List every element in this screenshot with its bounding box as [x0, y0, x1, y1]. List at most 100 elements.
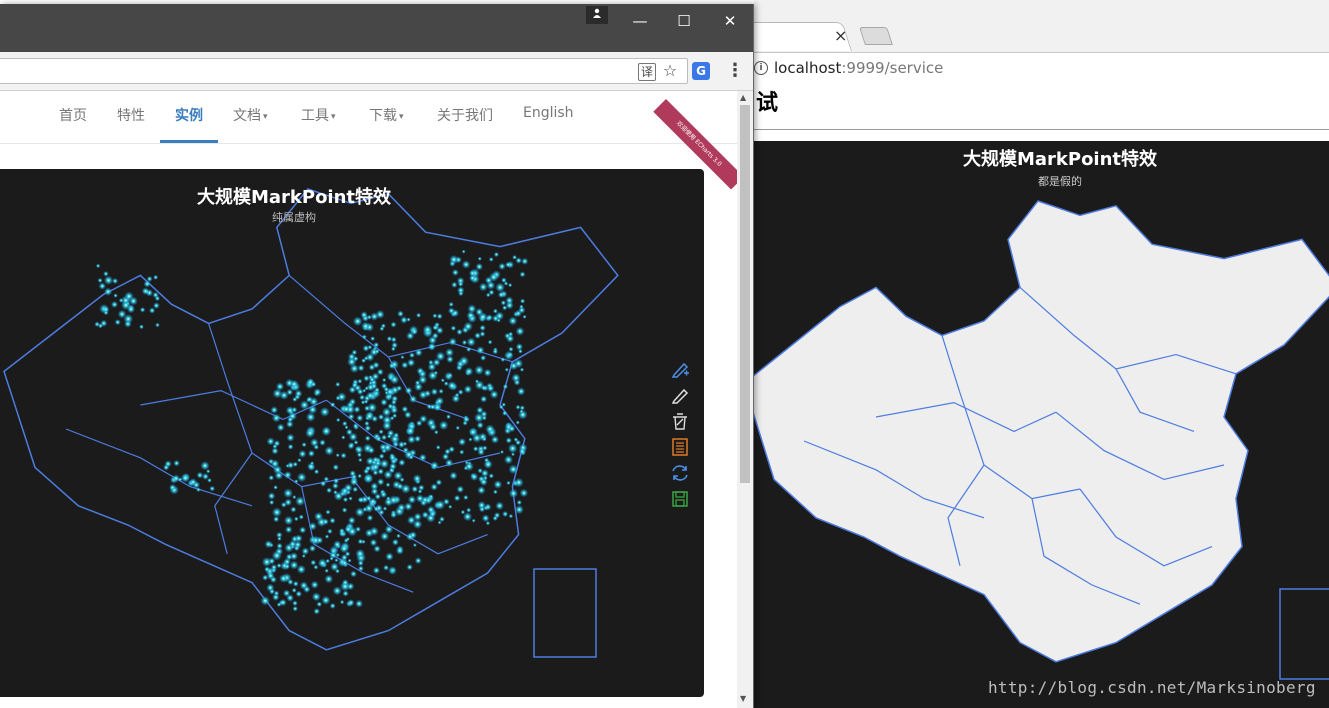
markpoint [516, 387, 526, 396]
markpoint [298, 514, 304, 520]
markpoint [487, 339, 493, 345]
markpoint [373, 545, 381, 553]
china-map-markpoints [3, 188, 619, 658]
nav-download-label: 下载 [369, 108, 397, 124]
markpoint [508, 424, 516, 433]
map-chart[interactable]: 大规模MarkPoint特效 都是假的 [754, 141, 1329, 708]
markpoint [333, 540, 342, 549]
scroll-thumb[interactable] [740, 105, 750, 483]
url-text[interactable]: localhost:9999/service [774, 59, 943, 77]
markpoint [418, 484, 425, 492]
markpoint [347, 558, 352, 563]
markpoint [356, 414, 364, 422]
markpoint [273, 485, 278, 490]
markpoint [385, 482, 391, 488]
title-bar: — ☐ ✕ [0, 4, 753, 52]
markpoint [366, 314, 372, 320]
maximize-button[interactable]: ☐ [666, 10, 702, 32]
person-icon[interactable] [586, 6, 608, 24]
markpoint [336, 417, 341, 423]
restore-icon[interactable] [670, 463, 690, 483]
province-border [65, 428, 253, 507]
markpoint [327, 528, 333, 535]
data-view-icon[interactable] [670, 437, 690, 457]
markpoint [386, 336, 393, 342]
nav-docs[interactable]: 文档 ▾ [233, 105, 268, 125]
close-tab-icon[interactable]: × [834, 26, 847, 45]
markpoint [398, 459, 406, 467]
nav-features[interactable]: 特性 [117, 105, 145, 125]
nav-english[interactable]: English [523, 105, 574, 121]
scroll-up-icon[interactable]: ▲ [740, 93, 746, 102]
markpoint [384, 525, 394, 534]
markpoint [347, 599, 355, 607]
markpoint [200, 461, 210, 471]
markpoint [411, 485, 419, 493]
markpoint [486, 384, 495, 393]
markpoint [418, 390, 428, 400]
scroll-down-icon[interactable]: ▼ [740, 694, 746, 703]
markpoint [273, 440, 281, 447]
markpoint [515, 326, 525, 336]
nav-about[interactable]: 关于我们 [437, 105, 493, 125]
translate-icon[interactable]: 译 [638, 63, 656, 81]
markpoint [418, 453, 427, 462]
markpoint [448, 504, 453, 509]
info-icon[interactable]: i [754, 61, 768, 75]
new-tab-button[interactable] [859, 27, 893, 45]
markpoint [322, 518, 329, 525]
markpoint [366, 514, 374, 522]
markpoint [364, 528, 374, 538]
markpoint [320, 480, 327, 487]
markpoint [319, 406, 330, 417]
markpoint [103, 310, 109, 316]
markpoint [313, 564, 319, 570]
mark-clear-icon[interactable] [670, 411, 690, 431]
markpoint [348, 496, 353, 501]
markpoint [324, 568, 329, 573]
markpoint [276, 423, 285, 432]
nav-home[interactable]: 首页 [59, 105, 87, 125]
minimize-button[interactable]: — [622, 10, 658, 32]
markpoint [408, 454, 414, 460]
nav-examples[interactable]: 实例 [175, 105, 203, 125]
markpoint [478, 282, 488, 292]
markpoint [329, 401, 336, 408]
markpoint [385, 552, 394, 561]
markpoint [264, 566, 270, 573]
mark-icon[interactable] [670, 359, 690, 379]
markpoint [297, 458, 302, 463]
nav-tools[interactable]: 工具 ▾ [301, 105, 336, 125]
menu-icon[interactable]: ⋮ [724, 60, 746, 82]
markpoint [519, 409, 524, 414]
markpoint [433, 370, 438, 375]
markpoint [414, 380, 421, 386]
markpoint [374, 348, 380, 354]
markpoint [438, 388, 444, 394]
markpoint [355, 548, 365, 559]
markpoint-chart[interactable]: 大规模MarkPoint特效 纯属虚构 [0, 169, 704, 697]
markpoint [371, 372, 380, 381]
markpoint [110, 300, 119, 309]
markpoint [467, 304, 477, 314]
nav-download[interactable]: 下载 ▾ [369, 105, 404, 125]
markpoint [460, 509, 466, 515]
markpoint [313, 388, 322, 397]
markpoint [474, 365, 485, 375]
save-as-image-icon[interactable] [670, 489, 690, 509]
markpoint [329, 602, 336, 609]
markpoint [206, 469, 211, 474]
omnibox[interactable] [0, 58, 688, 84]
markpoint [386, 434, 392, 439]
bookmark-star-icon[interactable]: ☆ [659, 60, 681, 82]
translate-extension-icon[interactable]: G [692, 62, 710, 80]
vertical-scrollbar[interactable]: ▲ ▼ [737, 91, 753, 708]
mark-undo-icon[interactable] [670, 385, 690, 405]
markpoint [507, 443, 518, 454]
markpoint [421, 496, 429, 504]
address-bar[interactable]: i localhost:9999/service [754, 52, 1329, 86]
close-button[interactable]: ✕ [712, 10, 748, 32]
markpoint [172, 474, 181, 483]
markpoint [484, 276, 493, 285]
right-browser-window: × i localhost:9999/service 试 大规模MarkPoin… [736, 0, 1329, 708]
